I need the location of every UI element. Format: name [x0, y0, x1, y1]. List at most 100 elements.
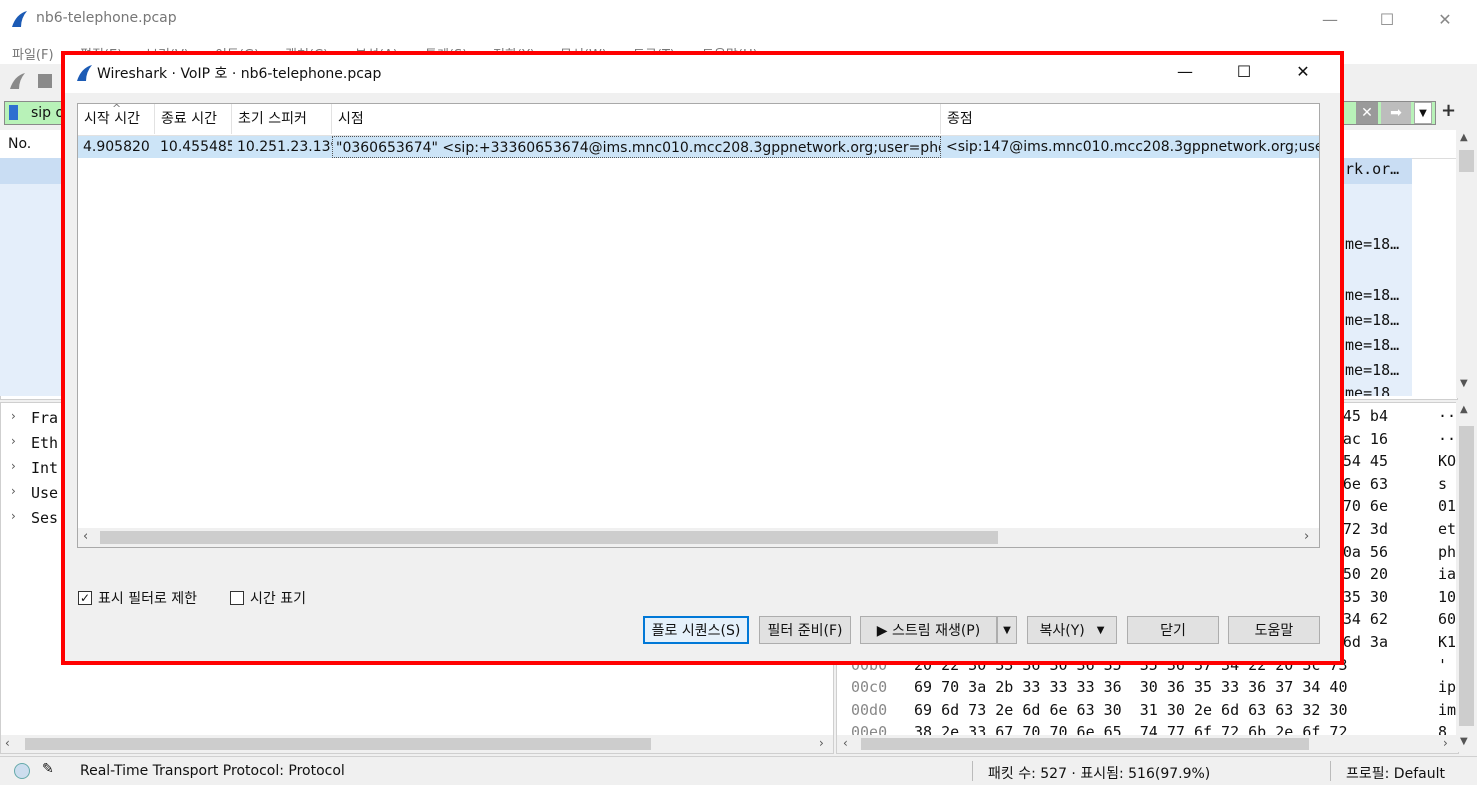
hex-row[interactable]: 00d0 69 6d 73 2e 6d 6e 63 30 31 30 2e 6d …	[837, 700, 1456, 721]
scroll-thumb[interactable]	[1459, 426, 1474, 726]
hex-offset: 00c0	[851, 678, 888, 697]
scroll-left-icon[interactable]: ‹	[843, 736, 848, 750]
dialog-title: Wireshark · VoIP 호 · nb6-telephone.pcap	[97, 66, 382, 82]
hex-ascii: ··	[1438, 407, 1457, 425]
detail-tree-item[interactable]: Fra	[31, 409, 58, 427]
scroll-down-icon[interactable]: ▼	[1460, 378, 1468, 389]
main-window-title: nb6-telephone.pcap	[36, 10, 177, 26]
details-hscrollbar[interactable]: ‹ ›	[1, 735, 833, 753]
scroll-right-icon[interactable]: ›	[819, 736, 824, 750]
call-from: "0360653674" <sip:+33360653674@ims.mnc01…	[332, 136, 941, 158]
limit-display-filter-label: 표시 필터로 제한	[98, 591, 198, 607]
dialog-close-button[interactable]: ✕	[1280, 55, 1326, 87]
start-capture-icon[interactable]	[8, 72, 26, 90]
detail-tree-item[interactable]: Int	[31, 459, 58, 477]
hex-ascii: ph	[1438, 542, 1457, 561]
detail-tree-item[interactable]: Eth	[31, 434, 58, 452]
main-titlebar: nb6-telephone.pcap — ☐ ✕	[0, 0, 1477, 39]
scroll-left-icon[interactable]: ‹	[83, 529, 88, 544]
close-button[interactable]: 닫기	[1127, 616, 1219, 644]
dialog-maximize-button[interactable]: ☐	[1221, 55, 1267, 87]
hex-ascii: K1	[1438, 633, 1457, 651]
call-row[interactable]: 4.905820 10.455485 10.251.23.139 "036065…	[78, 136, 1319, 158]
bytes-vscrollbar[interactable]: ▲ ▼	[1456, 402, 1477, 752]
bytes-hscrollbar[interactable]: ‹ ›	[837, 735, 1458, 753]
scroll-thumb[interactable]	[100, 531, 998, 544]
packet-fragment: ime=18…	[1336, 311, 1400, 329]
hex-ascii: ··	[1438, 429, 1457, 448]
display-filter-text: sip o	[31, 105, 65, 121]
bookmark-icon[interactable]	[9, 105, 18, 120]
scroll-right-icon[interactable]: ›	[1443, 736, 1448, 750]
packet-fragment: ime=18…	[1336, 235, 1400, 253]
main-minimize-button[interactable]: —	[1307, 3, 1353, 35]
expand-chevron-icon[interactable]: ›	[11, 409, 16, 423]
hex-bytes: 69 6d 73 2e 6d 6e 63 30 31 30 2e 6d 63 6…	[914, 700, 1348, 719]
apply-filter-icon[interactable]: ➡	[1381, 102, 1411, 124]
packet-fragment: ime=18	[1336, 384, 1391, 396]
expand-chevron-icon[interactable]: ›	[11, 459, 16, 473]
hex-ascii: ip	[1438, 678, 1457, 697]
expand-chevron-icon[interactable]: ›	[11, 434, 16, 448]
time-of-day-option[interactable]: 시간 표기	[230, 588, 306, 608]
col-stop-time[interactable]: 종료 시간	[155, 104, 232, 134]
status-separator	[1330, 761, 1331, 781]
status-packet-count: 패킷 수: 527 · 표시됨: 516(97.9%)	[988, 766, 1211, 782]
wireshark-logo-icon	[12, 11, 27, 27]
hex-ascii: 60	[1438, 610, 1457, 629]
hex-row[interactable]: 00c0 69 70 3a 2b 33 33 33 36 30 36 35 33 …	[837, 678, 1456, 698]
packet-fragment: ime=18…	[1336, 286, 1400, 304]
capture-comment-icon[interactable]: ✎	[42, 761, 54, 777]
help-button[interactable]: 도움말	[1228, 616, 1320, 644]
hex-offset: 00d0	[851, 700, 888, 719]
expand-chevron-icon[interactable]: ›	[11, 484, 16, 498]
clear-filter-icon[interactable]: ✕	[1356, 102, 1378, 124]
status-protocol-text: Real-Time Transport Protocol: Protocol	[80, 763, 345, 779]
col-from[interactable]: 시점	[332, 104, 941, 134]
prepare-filter-button[interactable]: 필터 준비(F)	[759, 616, 851, 644]
hex-ascii: s	[1438, 474, 1448, 493]
voip-calls-table[interactable]: 시작 시간 ^ 종료 시간 초기 스피커 시점 종점 4.905820 10.4…	[77, 102, 1320, 548]
limit-display-filter-option[interactable]: ✓ 표시 필터로 제한	[78, 588, 197, 608]
calls-table-hscrollbar[interactable]: ‹ ›	[78, 528, 1319, 547]
packet-list-vscrollbar[interactable]: ▲ ▼	[1456, 130, 1477, 398]
stop-capture-icon[interactable]	[38, 74, 52, 88]
scroll-thumb[interactable]	[25, 738, 651, 750]
call-to: <sip:147@ims.mnc010.mcc208.3gppnetwork.o…	[946, 139, 1319, 155]
copy-button[interactable]: 복사(Y) ▼	[1027, 616, 1117, 644]
expand-chevron-icon[interactable]: ›	[11, 509, 16, 523]
col-to[interactable]: 종점	[941, 104, 1319, 134]
hex-bytes: 69 70 3a 2b 33 33 33 36 30 36 35 33 36 3…	[914, 678, 1348, 697]
limit-display-filter-checkbox[interactable]: ✓	[78, 591, 92, 605]
filter-dropdown-icon[interactable]: ▼	[1414, 102, 1432, 124]
packet-fragment: ork.or…	[1336, 160, 1400, 178]
scroll-left-icon[interactable]: ‹	[5, 736, 10, 750]
call-initial-speaker: 10.251.23.139	[237, 139, 332, 155]
packet-list-col-no[interactable]: No.	[8, 136, 31, 152]
dialog-titlebar: Wireshark · VoIP 호 · nb6-telephone.pcap …	[65, 55, 1340, 93]
scroll-up-icon[interactable]: ▲	[1460, 404, 1468, 415]
detail-tree-item[interactable]: Ses	[31, 509, 58, 527]
main-maximize-button[interactable]: ☐	[1364, 3, 1410, 35]
copy-button-label: 복사(Y)	[1039, 623, 1085, 639]
scroll-thumb[interactable]	[1459, 150, 1474, 172]
scroll-right-icon[interactable]: ›	[1304, 529, 1309, 544]
detail-tree-item[interactable]: Use	[31, 484, 58, 502]
hex-ascii: im	[1438, 700, 1457, 719]
play-streams-dropdown-icon[interactable]: ▼	[997, 616, 1017, 644]
scroll-down-icon[interactable]: ▼	[1460, 736, 1468, 747]
flow-sequence-button[interactable]: 플로 시퀀스(S)	[643, 616, 749, 644]
dialog-minimize-button[interactable]: —	[1162, 55, 1208, 87]
status-profile[interactable]: 프로필: Default	[1346, 763, 1445, 783]
scroll-up-icon[interactable]: ▲	[1460, 132, 1468, 143]
expert-info-icon[interactable]	[14, 763, 30, 779]
col-initial-speaker[interactable]: 초기 스피커	[232, 104, 332, 134]
hex-ascii: 01	[1438, 497, 1457, 516]
play-streams-button[interactable]: ▶ 스트림 재생(P)	[860, 616, 997, 644]
add-filter-button-icon[interactable]: +	[1441, 100, 1456, 121]
main-close-button[interactable]: ✕	[1422, 3, 1468, 35]
time-of-day-checkbox[interactable]	[230, 591, 244, 605]
menu-file[interactable]: 파일(F)	[12, 44, 54, 63]
scroll-thumb[interactable]	[861, 738, 1309, 750]
hex-ascii: '	[1438, 655, 1448, 674]
